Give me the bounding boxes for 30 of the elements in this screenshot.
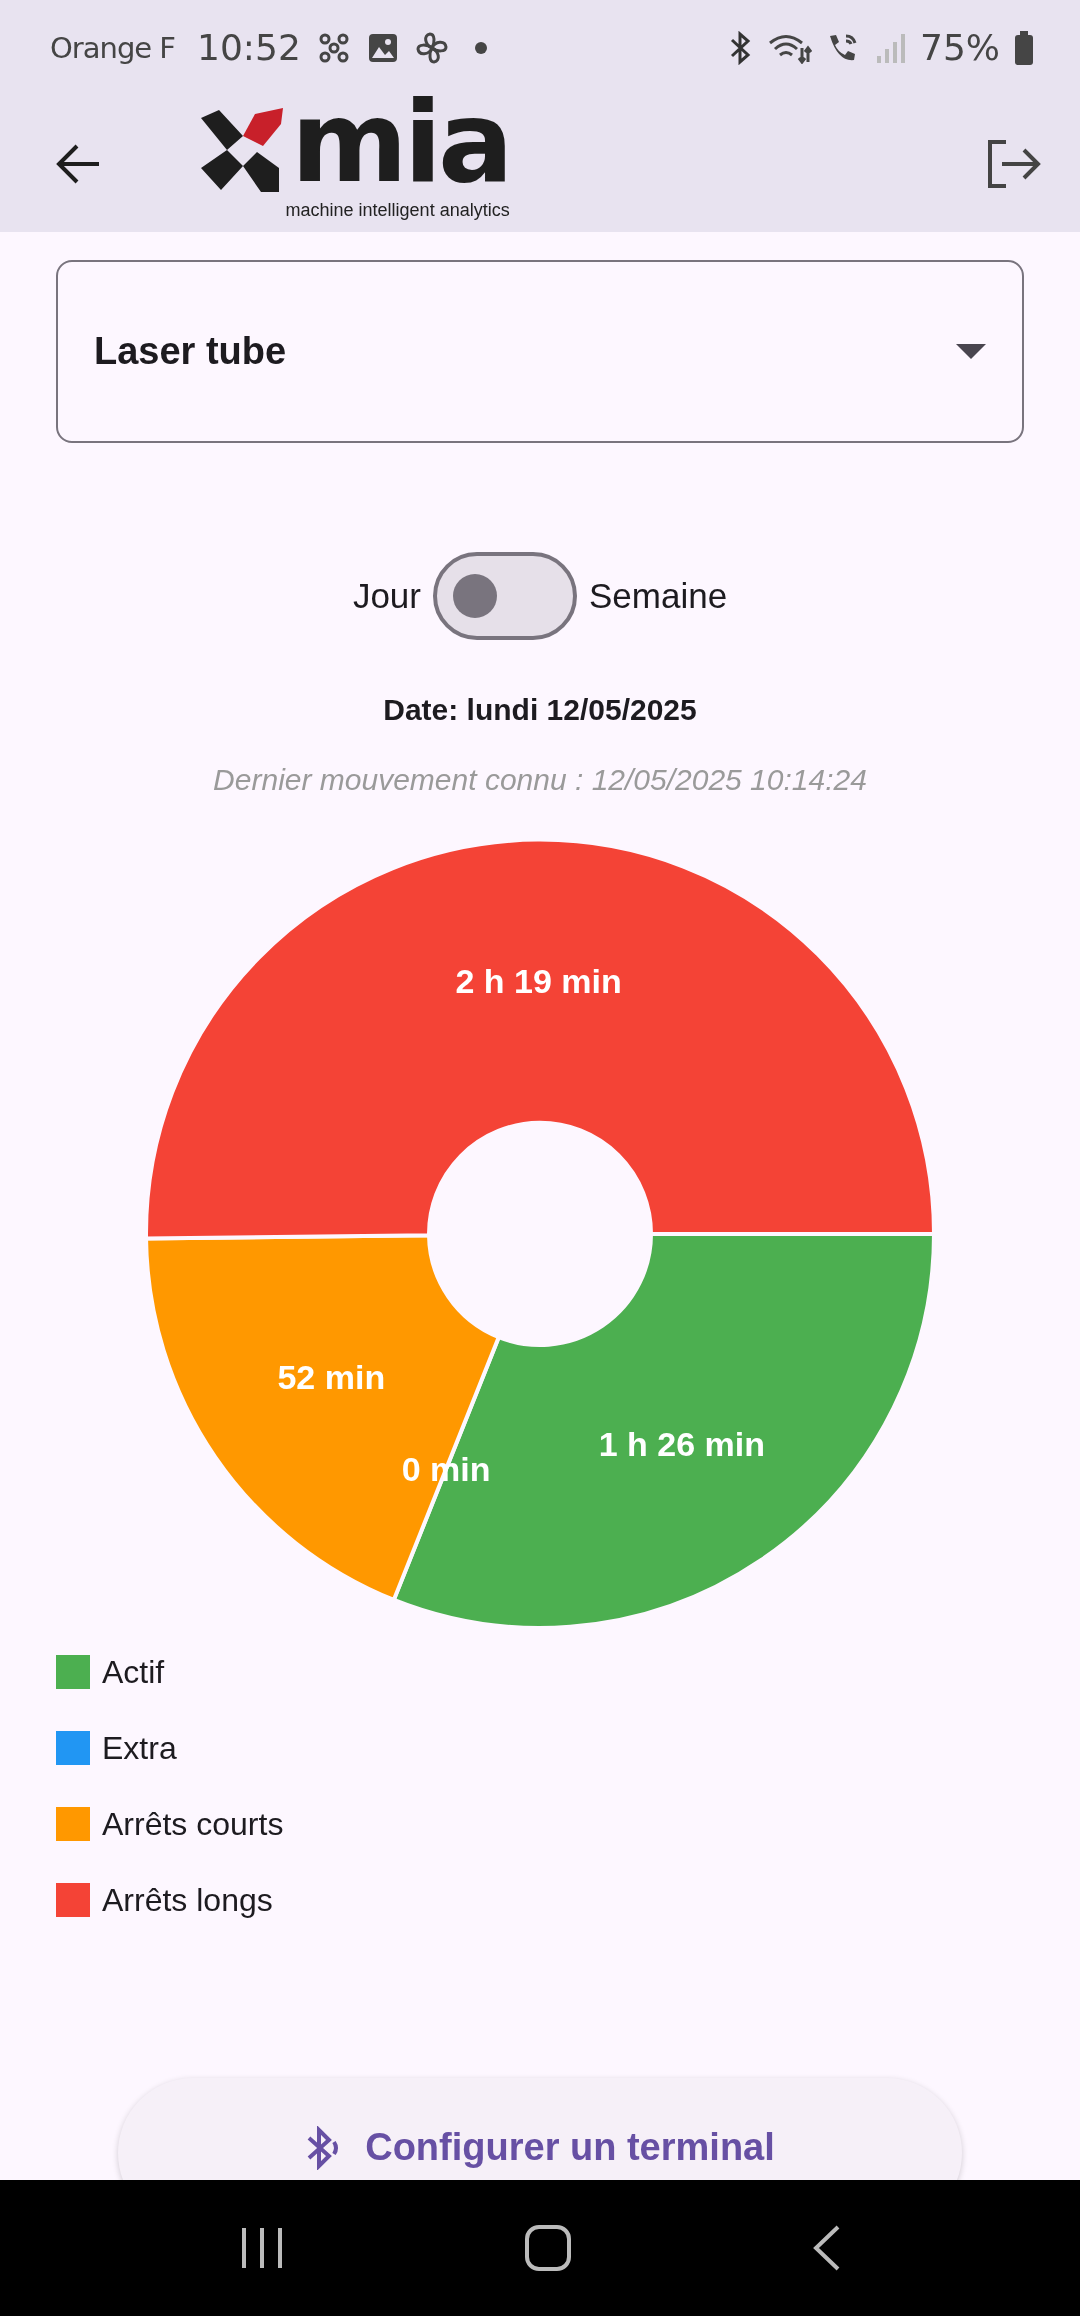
battery-icon (1014, 30, 1034, 65)
logo-text: mia (291, 92, 510, 192)
dot-icon (474, 41, 487, 54)
legend-label: Extra (102, 1729, 177, 1767)
legend-label: Actif (102, 1653, 165, 1691)
legend-label: Arrêts courts (102, 1805, 284, 1843)
battery-percentage: 75% (920, 27, 1000, 68)
recent-apps-icon[interactable] (240, 2226, 285, 2270)
slice-label: 2 h 19 min (455, 962, 622, 1000)
legend-label: Arrêts longs (102, 1881, 273, 1919)
carrier-name: Orange F (50, 30, 176, 65)
signal-icon (876, 31, 906, 64)
machine-dropdown[interactable]: Laser tube (56, 260, 1024, 443)
date-text: Date: lundi 12/05/2025 (383, 692, 697, 728)
dropdown-caret-icon (956, 344, 986, 359)
logo-tagline: machine intelligent analytics (285, 200, 510, 221)
clock-time: 10:52 (197, 27, 301, 68)
logout-icon[interactable] (986, 138, 1042, 189)
image-icon (366, 31, 399, 64)
logo-mark-icon (201, 108, 283, 192)
day-label: Jour (352, 576, 421, 616)
slice-label: 1 h 26 min (598, 1424, 766, 1463)
slice-label: 52 min (277, 1358, 386, 1397)
week-label: Semaine (588, 576, 728, 616)
back-arrow-icon[interactable] (55, 143, 101, 184)
configure-terminal-button[interactable]: Configurer un terminal (118, 2078, 962, 2180)
fan-icon (414, 30, 449, 65)
back-icon[interactable] (811, 2225, 840, 2271)
last-movement-text: Dernier mouvement connu : 12/05/2025 10:14:24 (213, 762, 867, 798)
home-icon[interactable] (525, 2225, 571, 2271)
